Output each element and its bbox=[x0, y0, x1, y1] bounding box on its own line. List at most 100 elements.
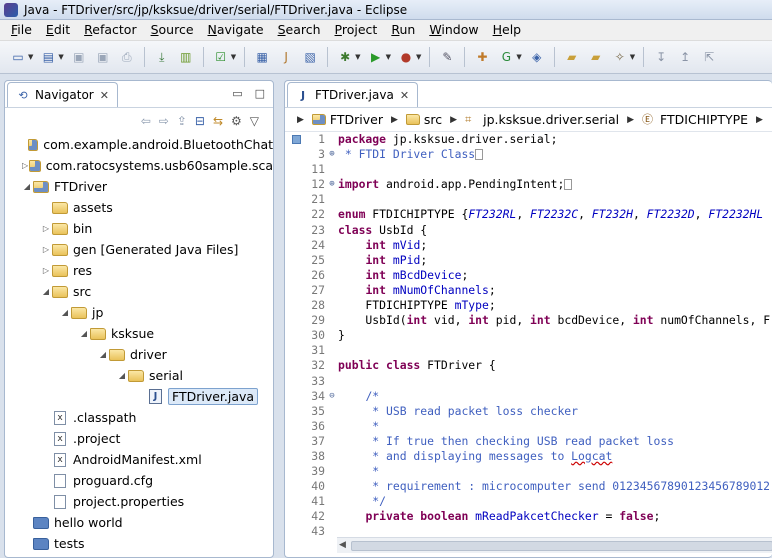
collapse-all-icon[interactable]: ⊟ bbox=[195, 114, 205, 128]
open-folder-icon[interactable]: ▰ bbox=[563, 48, 581, 66]
view-menu-icon[interactable]: ⚙ bbox=[231, 114, 242, 128]
tree-expander-icon[interactable]: ◢ bbox=[59, 308, 71, 317]
minimize-icon[interactable]: ▭ bbox=[232, 87, 242, 100]
menu-file[interactable]: File bbox=[4, 20, 39, 40]
code-line[interactable]: 36 * bbox=[285, 419, 772, 434]
code-line[interactable]: 25 int mPid; bbox=[285, 253, 772, 268]
tree-expander-icon[interactable]: ▷ bbox=[40, 245, 52, 254]
collapse-fold-icon[interactable]: ⊖ bbox=[327, 389, 337, 404]
debug-icon[interactable]: ✱ bbox=[336, 48, 354, 66]
tree-expander-icon[interactable]: ▷ bbox=[40, 266, 52, 275]
debug-dropdown-icon[interactable]: ▼ bbox=[355, 53, 360, 61]
tasks-icon[interactable]: ☑ bbox=[212, 48, 230, 66]
tree-item[interactable]: com.example.android.BluetoothChat bbox=[5, 134, 273, 155]
breadcrumb-arrow-icon[interactable]: ▶ bbox=[391, 115, 398, 125]
back-icon[interactable]: ⇦ bbox=[141, 114, 151, 128]
tree-item[interactable]: project.properties bbox=[5, 491, 273, 512]
code-line[interactable]: 27 int mNumOfChannels; bbox=[285, 283, 772, 298]
search-dropdown-icon[interactable]: ▼ bbox=[630, 53, 635, 61]
menu-run[interactable]: Run bbox=[384, 20, 422, 40]
run-dropdown-icon[interactable]: ▼ bbox=[386, 53, 391, 61]
download-icon[interactable]: ⤓ bbox=[153, 48, 171, 66]
menu-help[interactable]: Help bbox=[486, 20, 529, 40]
android-sdk-icon[interactable]: ▥ bbox=[177, 48, 195, 66]
scroll-left-icon[interactable]: ◀ bbox=[339, 540, 346, 550]
menu-window[interactable]: Window bbox=[422, 20, 485, 40]
code-line[interactable]: 12 ⊕ import android.app.PendingIntent; bbox=[285, 177, 772, 192]
tree-item[interactable]: tests bbox=[5, 533, 273, 554]
tree-item[interactable]: x .classpath bbox=[5, 407, 273, 428]
tree-item[interactable]: ▷ com.ratocsystems.usb60sample.sca bbox=[5, 155, 273, 176]
new-android-xml-icon[interactable]: ▧ bbox=[301, 48, 319, 66]
link-with-editor-icon[interactable]: ⇆ bbox=[213, 114, 223, 128]
code-line[interactable]: 31 bbox=[285, 343, 772, 358]
scroll-thumb[interactable] bbox=[351, 541, 772, 551]
menu-source[interactable]: Source bbox=[144, 20, 201, 40]
tree-item[interactable]: hello world bbox=[5, 512, 273, 533]
tree-item[interactable]: ◢ src bbox=[5, 281, 273, 302]
expand-fold-icon[interactable]: ⊕ bbox=[327, 147, 337, 162]
view-menu-dropdown-icon[interactable]: ▽ bbox=[250, 114, 259, 128]
tree-item[interactable]: proguard.cfg bbox=[5, 470, 273, 491]
code-editor[interactable]: 1 package jp.ksksue.driver.serial; 3 ⊕ * FT… bbox=[285, 132, 772, 537]
tree-item[interactable]: assets bbox=[5, 197, 273, 218]
new-dropdown-icon[interactable]: ▼ bbox=[28, 53, 33, 61]
code-line[interactable]: 40 * requirement : microcomputer send 01… bbox=[285, 479, 772, 494]
new-icon[interactable]: ▭ bbox=[9, 48, 27, 66]
breadcrumb-arrow-icon[interactable]: ▶ bbox=[450, 115, 457, 125]
run-icon[interactable]: ▶ bbox=[367, 48, 385, 66]
code-line[interactable]: 33 bbox=[285, 374, 772, 389]
tree-expander-icon[interactable]: ◢ bbox=[116, 371, 128, 380]
menu-edit[interactable]: Edit bbox=[39, 20, 77, 40]
new-java-package-icon[interactable]: ◈ bbox=[528, 48, 546, 66]
tree-item[interactable]: ◢ serial bbox=[5, 365, 273, 386]
tree-item[interactable]: x AndroidManifest.xml bbox=[5, 449, 273, 470]
tree-item[interactable]: ▷ res bbox=[5, 260, 273, 281]
tree-item[interactable]: ◢ driver bbox=[5, 344, 273, 365]
next-annotation-icon[interactable]: ↧ bbox=[652, 48, 670, 66]
code-line[interactable]: 3 ⊕ * FTDI Driver Class bbox=[285, 147, 772, 162]
horizontal-scrollbar[interactable]: ◀ bbox=[337, 537, 772, 553]
breadcrumb-package[interactable]: jp.ksksue.driver.serial bbox=[483, 112, 619, 127]
breadcrumb-arrow-icon[interactable]: ▶ bbox=[297, 115, 304, 125]
new-file-icon[interactable]: ▤ bbox=[39, 48, 57, 66]
open-folder-2-icon[interactable]: ▰ bbox=[587, 48, 605, 66]
tree-expander-icon[interactable]: ◢ bbox=[21, 182, 33, 191]
code-line[interactable]: 43 bbox=[285, 524, 772, 537]
code-line[interactable]: 22 enum FTDICHIPTYPE {FT232RL, FT2232C, F… bbox=[285, 207, 772, 222]
code-line[interactable]: 34 ⊖ /* bbox=[285, 389, 772, 404]
tasks-dropdown-icon[interactable]: ▼ bbox=[231, 53, 236, 61]
code-line[interactable]: 32 public class FTDriver { bbox=[285, 358, 772, 373]
toggle-mark-occurrences-icon[interactable]: ✎ bbox=[438, 48, 456, 66]
menu-navigate[interactable]: Navigate bbox=[201, 20, 271, 40]
code-line[interactable]: 11 bbox=[285, 162, 772, 177]
tab-navigator[interactable]: ⟲ Navigator ✕ bbox=[7, 82, 118, 107]
code-line[interactable]: 28 FTDICHIPTYPE mType; bbox=[285, 298, 772, 313]
close-icon[interactable]: ✕ bbox=[100, 89, 109, 102]
tab-ftdriver-java[interactable]: J FTDriver.java ✕ bbox=[287, 82, 419, 107]
breadcrumb-src[interactable]: src bbox=[424, 112, 442, 127]
breadcrumb-project[interactable]: FTDriver bbox=[330, 112, 383, 127]
last-edit-location-icon[interactable]: ⇱ bbox=[700, 48, 718, 66]
code-line[interactable]: 1 package jp.ksksue.driver.serial; bbox=[285, 132, 772, 147]
code-line[interactable]: 29 UsbId(int vid, int pid, int bcdDevice… bbox=[285, 313, 772, 328]
code-line[interactable]: 38 * and displaying messages to Logcat bbox=[285, 449, 772, 464]
code-line[interactable]: 41 */ bbox=[285, 494, 772, 509]
tree-expander-icon[interactable]: ◢ bbox=[40, 287, 52, 296]
external-tools-dropdown-icon[interactable]: ▼ bbox=[416, 53, 421, 61]
breadcrumb-arrow-icon[interactable]: ▶ bbox=[756, 115, 763, 125]
new-android-test-icon[interactable]: J bbox=[277, 48, 295, 66]
up-icon[interactable]: ⇪ bbox=[177, 114, 187, 128]
tree-item[interactable]: ◢ jp bbox=[5, 302, 273, 323]
menu-refactor[interactable]: Refactor bbox=[77, 20, 143, 40]
print-icon[interactable]: ⎙ bbox=[118, 48, 136, 66]
close-icon[interactable]: ✕ bbox=[400, 89, 409, 102]
tree-item[interactable]: ◢ ksksue bbox=[5, 323, 273, 344]
code-line[interactable]: 39 * bbox=[285, 464, 772, 479]
menu-project[interactable]: Project bbox=[328, 20, 385, 40]
save-icon[interactable]: ▣ bbox=[70, 48, 88, 66]
breadcrumb-arrow-icon[interactable]: ▶ bbox=[627, 115, 634, 125]
breadcrumb-enum[interactable]: FTDICHIPTYPE bbox=[660, 112, 748, 127]
expand-fold-icon[interactable]: ⊕ bbox=[327, 177, 337, 192]
code-line[interactable]: 35 * USB read packet loss checker bbox=[285, 404, 772, 419]
